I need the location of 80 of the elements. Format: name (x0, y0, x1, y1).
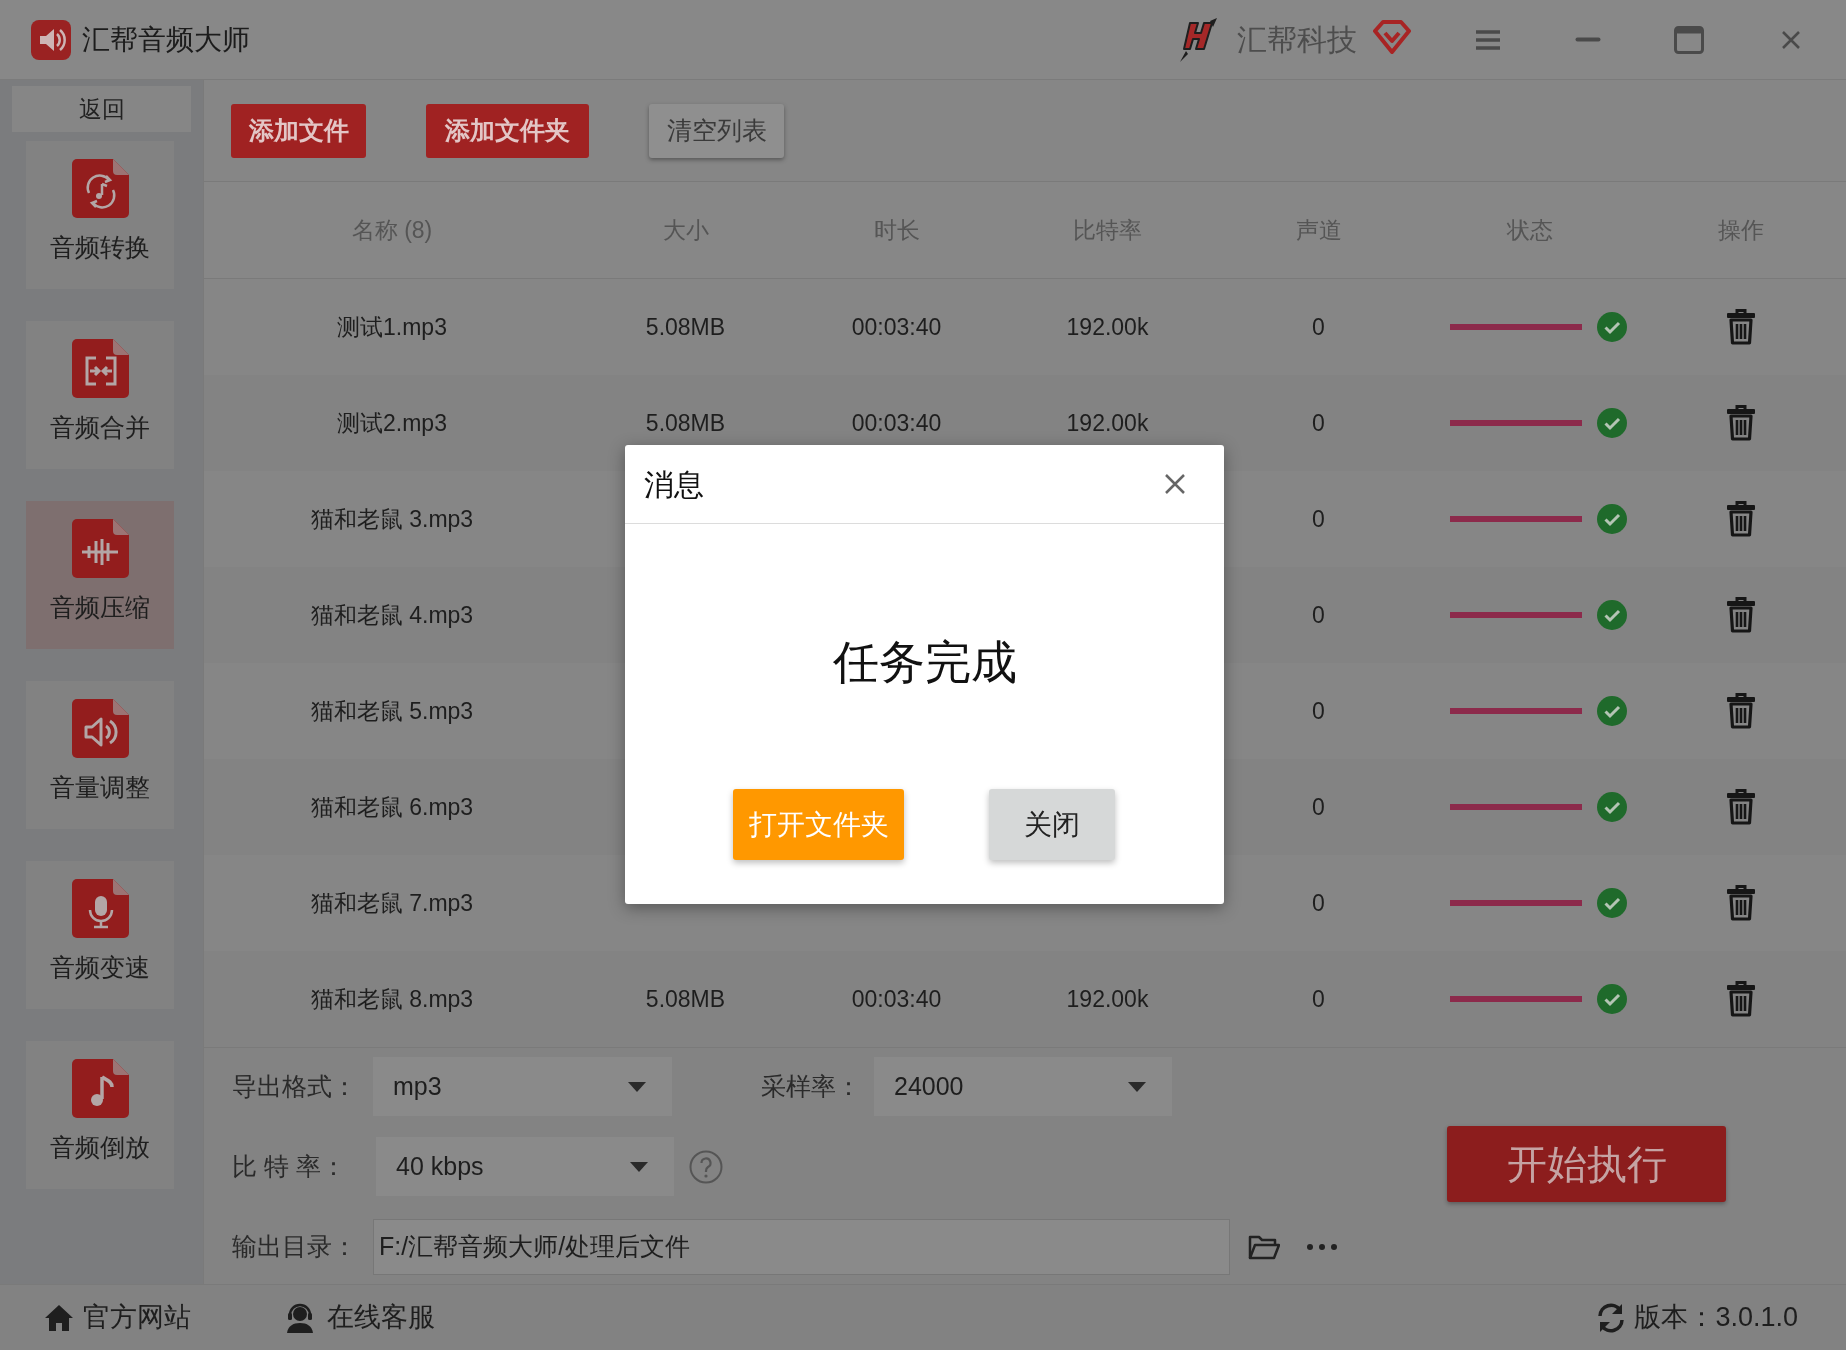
toolbar-button[interactable]: 添加文件夹 (426, 103, 589, 158)
sample-rate-select[interactable]: 24000 (874, 1057, 1172, 1116)
gem-logo-icon (1373, 18, 1411, 55)
duration-cell-text: 00:03:40 (851, 408, 942, 438)
version-label: 版本：3.0.1.0 (1634, 1301, 1798, 1335)
dialog-message: 任务完成 (831, 635, 1018, 690)
file-name-cell-text: 猫和老鼠 3.mp3 (310, 504, 474, 534)
field-label: 输出目录： (232, 1230, 358, 1262)
trash-icon[interactable] (1726, 405, 1755, 441)
window-title: 汇帮音频大师 (82, 22, 250, 57)
sidebar-item[interactable]: 音量调整 (26, 681, 174, 829)
field-label: 比 特 率： (232, 1150, 347, 1182)
field-label: 导出格式： (232, 1070, 358, 1102)
close-icon[interactable] (1164, 473, 1186, 495)
trash-icon[interactable] (1726, 309, 1755, 345)
minimize-icon[interactable] (1575, 37, 1601, 42)
channel-cell-text: 0 (1312, 696, 1325, 726)
file-name-cell-text: 猫和老鼠 8.mp3 (310, 984, 474, 1014)
file-name-cell-text: 猫和老鼠 5.mp3 (310, 696, 474, 726)
dialog-title: 消息 (644, 466, 704, 503)
bitrate-cell-text: 192.00k (1066, 408, 1149, 438)
channel-cell-text: 0 (1312, 504, 1325, 534)
output-path-field[interactable]: F:/汇帮音频大师/处理后文件 (373, 1218, 1230, 1275)
folder-icon[interactable] (1248, 1233, 1280, 1260)
channel-cell-text: 0 (1312, 888, 1325, 918)
bitrate-cell-text: 192.00k (1066, 984, 1149, 1014)
back-button[interactable]: 返回 (12, 86, 191, 132)
microphone-icon (71, 879, 129, 938)
file-name-cell-text: 猫和老鼠 4.mp3 (310, 600, 474, 630)
dialog-button[interactable]: 关闭 (989, 789, 1115, 860)
start-button[interactable]: 开始执行 (1447, 1126, 1726, 1202)
sidebar-item[interactable]: 音频合并 (26, 321, 174, 469)
toolbar-button[interactable]: 添加文件 (231, 103, 366, 158)
speaker-app-icon (31, 19, 71, 60)
caret-icon (628, 1081, 646, 1092)
size-cell-text: 5.08MB (645, 984, 726, 1014)
home-icon[interactable] (44, 1303, 74, 1332)
sidebar-item[interactable]: 音频变速 (26, 861, 174, 1009)
caret-icon (1128, 1081, 1146, 1092)
size-cell-text: 5.08MB (645, 312, 726, 342)
channel-cell-text: 0 (1312, 792, 1325, 822)
file-name-cell-text: 猫和老鼠 7.mp3 (310, 888, 474, 918)
sidebar-item[interactable]: 音频转换 (26, 141, 174, 289)
support-link[interactable]: 在线客服 (327, 1297, 435, 1338)
channel-cell-text: 0 (1312, 312, 1325, 342)
waveform-icon (71, 519, 129, 578)
channel-cell-text: 0 (1312, 600, 1325, 630)
audio-merge-icon (71, 339, 129, 398)
toolbar-button[interactable]: 清空列表 (649, 103, 784, 158)
bitrate-select[interactable]: 40 kbps (376, 1137, 674, 1196)
sidebar-item[interactable]: 音频压缩 (26, 501, 174, 649)
trash-icon[interactable] (1726, 885, 1755, 921)
trash-icon[interactable] (1726, 693, 1755, 729)
volume-icon (71, 699, 129, 758)
website-link[interactable]: 官方网站 (83, 1297, 191, 1338)
menu-icon[interactable] (1475, 28, 1501, 51)
format-select[interactable]: mp3 (373, 1057, 672, 1116)
trash-icon[interactable] (1726, 981, 1755, 1017)
sidebar-item[interactable]: 音频倒放 (26, 1041, 174, 1189)
audio-convert-icon (71, 159, 129, 218)
file-name-cell-text: 测试2.mp3 (337, 408, 447, 438)
channel-cell-text: 0 (1312, 408, 1325, 438)
file-name-cell-text: 测试1.mp3 (337, 312, 447, 342)
brand-name: 汇帮科技 (1237, 22, 1357, 58)
trash-icon[interactable] (1726, 597, 1755, 633)
trash-icon[interactable] (1726, 501, 1755, 537)
maximize-icon[interactable] (1674, 25, 1704, 54)
bitrate-cell-text: 192.00k (1066, 312, 1149, 342)
size-cell-text: 5.08MB (645, 408, 726, 438)
caret-icon (630, 1161, 648, 1172)
field-label: 采样率： (761, 1070, 862, 1102)
more-icon[interactable] (1307, 1243, 1337, 1250)
music-note-icon (71, 1059, 129, 1118)
close-icon[interactable] (1781, 29, 1801, 50)
channel-cell-text: 0 (1312, 984, 1325, 1014)
file-name-cell-text: 猫和老鼠 6.mp3 (310, 792, 474, 822)
headset-person-icon[interactable] (285, 1302, 315, 1333)
duration-cell-text: 00:03:40 (851, 984, 942, 1014)
duration-cell-text: 00:03:40 (851, 312, 942, 342)
trash-icon[interactable] (1726, 789, 1755, 825)
